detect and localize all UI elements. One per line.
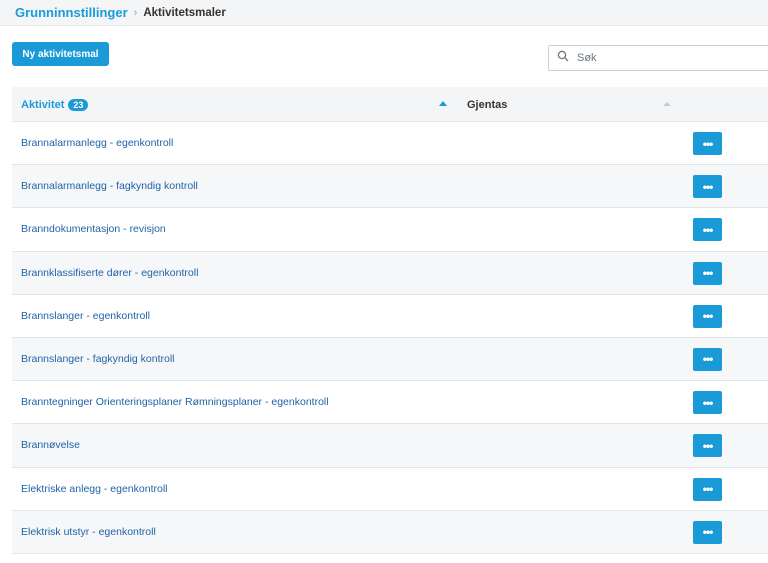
activity-templates-table: Aktivitet 23 Gjentas Brannalarmanlegg - … (12, 87, 768, 554)
table-row: Branntegninger Orienteringsplaner Rømnin… (12, 381, 768, 425)
activity-link[interactable]: Branndokumentasjon - revisjon (21, 208, 166, 251)
table-row: Brannalarmanlegg - egenkontroll ••• (12, 122, 768, 166)
activity-link[interactable]: Brannalarmanlegg - fagkyndig kontroll (21, 165, 198, 208)
column-header-repeats[interactable]: Gjentas (467, 87, 507, 122)
more-options-button[interactable]: ••• (693, 520, 722, 544)
activity-link[interactable]: Brannslanger - egenkontroll (21, 295, 150, 338)
activity-link[interactable]: Brannslanger - fagkyndig kontroll (21, 338, 175, 381)
activity-count-badge: 23 (68, 98, 89, 111)
table-header: Aktivitet 23 Gjentas (12, 87, 768, 122)
more-options-button[interactable]: ••• (693, 477, 722, 501)
more-options-button[interactable]: ••• (693, 261, 722, 285)
column-header-activity-label: Aktivitet (21, 98, 65, 111)
sort-ascending-icon[interactable] (439, 101, 447, 106)
sort-inactive-icon[interactable] (663, 102, 671, 106)
breadcrumb-current: Aktivitetsmaler (143, 6, 226, 19)
column-header-activity[interactable]: Aktivitet 23 (21, 87, 89, 122)
more-options-button[interactable]: ••• (693, 391, 722, 415)
search-icon (557, 49, 569, 67)
breadcrumb-separator: › (133, 6, 138, 19)
table-row: Brannslanger - fagkyndig kontroll ••• (12, 337, 768, 382)
table-row: Brannslanger - egenkontroll ••• (12, 294, 768, 338)
search-box[interactable] (548, 45, 768, 71)
table-row: Elektriske anlegg - egenkontroll ••• (12, 467, 768, 511)
activity-link[interactable]: Elektrisk utstyr - egenkontroll (21, 511, 156, 554)
breadcrumb: Grunninnstillinger › Aktivitetsmaler (0, 0, 768, 26)
more-options-button[interactable]: ••• (693, 347, 722, 371)
activity-link[interactable]: Elektriske anlegg - egenkontroll (21, 468, 168, 511)
table-row: Brannøvelse ••• (12, 424, 768, 468)
more-options-button[interactable]: ••• (693, 175, 722, 199)
search-input[interactable] (577, 52, 757, 64)
table-row: Brannklassifiserte dører - egenkontroll •… (12, 251, 768, 295)
more-options-button[interactable]: ••• (693, 132, 722, 155)
more-options-button[interactable]: ••• (693, 304, 722, 328)
table-body: Brannalarmanlegg - egenkontroll ••• Branna… (12, 122, 768, 554)
breadcrumb-root-link[interactable]: Grunninnstillinger (15, 5, 128, 20)
activity-link[interactable]: Brannklassifiserte dører - egenkontroll (21, 252, 198, 295)
activity-link[interactable]: Brannalarmanlegg - egenkontroll (21, 122, 173, 165)
table-row: Branndokumentasjon - revisjon ••• (12, 208, 768, 252)
activity-link[interactable]: Branntegninger Orienteringsplaner Rømnin… (21, 381, 329, 424)
more-options-button[interactable]: ••• (693, 218, 722, 242)
table-row: Brannalarmanlegg - fagkyndig kontroll ••• (12, 165, 768, 209)
more-options-button[interactable]: ••• (693, 434, 722, 458)
table-row: Elektrisk utstyr - egenkontroll ••• (12, 510, 768, 554)
activity-link[interactable]: Brannøvelse (21, 424, 80, 467)
new-activity-template-button[interactable]: Ny aktivitetsmal (12, 42, 109, 66)
